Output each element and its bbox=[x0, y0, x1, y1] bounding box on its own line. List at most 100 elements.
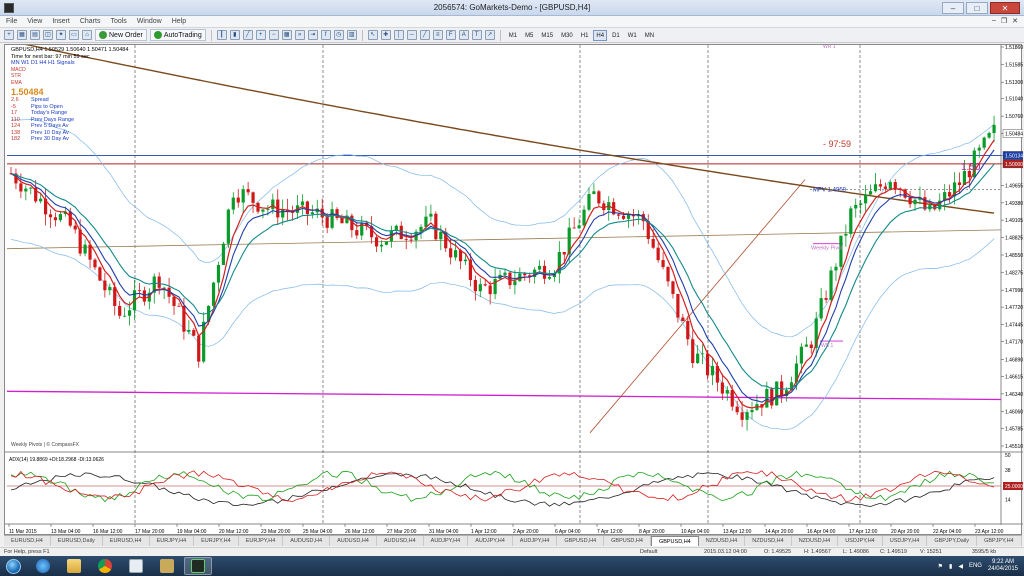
zoom-out-icon[interactable]: − bbox=[268, 30, 279, 40]
crosshair-icon[interactable]: ✚ bbox=[380, 30, 391, 40]
chart-tab[interactable]: AUDUSD,H4 bbox=[330, 536, 377, 546]
adx-tick-label: 38 bbox=[1005, 468, 1011, 474]
equidistant-channel-icon[interactable]: ≡ bbox=[432, 30, 443, 40]
chart-tab[interactable]: USDJPY,H4 bbox=[838, 536, 883, 546]
taskbar-ie[interactable] bbox=[29, 557, 57, 575]
candle-body bbox=[513, 281, 517, 286]
chart-tab[interactable]: GBPJPY,Daily bbox=[927, 536, 978, 546]
status-close: C: 1.49519 bbox=[880, 549, 907, 555]
maximize-button[interactable]: □ bbox=[966, 2, 988, 14]
autotrading-button[interactable]: AutoTrading bbox=[149, 29, 206, 41]
chart-tab[interactable]: AUDJPY,H4 bbox=[513, 536, 558, 546]
vertical-line-icon[interactable]: │ bbox=[393, 30, 404, 40]
chart-tab[interactable]: GBPUSD,H4 bbox=[604, 536, 651, 546]
line-chart-icon[interactable]: ╱ bbox=[242, 30, 253, 40]
periods-icon[interactable]: ◷ bbox=[333, 30, 344, 40]
chart-tab[interactable]: AUDJPY,H4 bbox=[424, 536, 469, 546]
chart-tab[interactable]: GBPUSD,H4 bbox=[650, 536, 699, 546]
timeframe-d1[interactable]: D1 bbox=[609, 30, 623, 41]
toolbar-separator bbox=[210, 29, 212, 41]
arrows-icon[interactable]: ↗ bbox=[484, 30, 495, 40]
profiles-icon[interactable]: ▦ bbox=[17, 30, 27, 40]
taskbar-explorer[interactable] bbox=[60, 557, 88, 575]
chart-tab[interactable]: AUDUSD,H4 bbox=[283, 536, 331, 546]
zoom-in-icon[interactable]: + bbox=[255, 30, 266, 40]
gbpusd-h4-chart[interactable]: 1.51860 1.51585 1.51300 1.51040 1.50760 1.504… bbox=[5, 45, 1023, 536]
taskbar-chrome[interactable] bbox=[91, 557, 119, 575]
fibonacci-icon[interactable]: F bbox=[445, 30, 456, 40]
chart-tab[interactable]: EURJPY,H4 bbox=[150, 536, 195, 546]
navigator-icon[interactable]: ✦ bbox=[56, 30, 66, 40]
chart-tab[interactable]: EURUSD,H4 bbox=[4, 536, 51, 546]
mdi-minimize-button[interactable]: – bbox=[992, 17, 996, 25]
chart-tab[interactable]: EURUSD,H4 bbox=[103, 536, 150, 546]
bar-chart-icon[interactable]: ┃ bbox=[216, 30, 227, 40]
templates-icon[interactable]: ▥ bbox=[346, 30, 357, 40]
candle-body bbox=[473, 279, 477, 292]
timeframe-h1[interactable]: H1 bbox=[578, 30, 592, 41]
close-button[interactable]: ✕ bbox=[990, 2, 1020, 14]
candle-body bbox=[216, 264, 221, 283]
new-order-button[interactable]: New Order bbox=[95, 29, 147, 41]
candle-body bbox=[888, 182, 892, 189]
chart-window[interactable]: 1.51860 1.51585 1.51300 1.51040 1.50760 1.504… bbox=[4, 44, 1023, 536]
timeframe-m1[interactable]: M1 bbox=[506, 30, 520, 41]
indicators-icon[interactable]: f bbox=[320, 30, 331, 40]
clock[interactable]: 9:22 AM 24/04/2015 bbox=[988, 559, 1018, 573]
text-icon[interactable]: A bbox=[458, 30, 469, 40]
terminal-icon[interactable]: ▭ bbox=[69, 30, 79, 40]
chart-tab[interactable]: GBPJPY,H4 bbox=[977, 536, 1022, 546]
autoscroll-icon[interactable]: » bbox=[294, 30, 305, 40]
menu-tools[interactable]: Tools bbox=[110, 18, 126, 25]
menu-view[interactable]: View bbox=[27, 18, 42, 25]
new-chart-icon[interactable]: + bbox=[4, 30, 14, 40]
start-button[interactable] bbox=[0, 556, 26, 576]
candle-body bbox=[127, 310, 132, 316]
timeframe-m15[interactable]: M15 bbox=[538, 30, 556, 41]
candlestick-icon[interactable]: ▮ bbox=[229, 30, 240, 40]
chart-tab[interactable]: EURJPY,H4 bbox=[239, 536, 284, 546]
chart-tab[interactable]: USDJPY,H4 bbox=[883, 536, 928, 546]
menu-help[interactable]: Help bbox=[172, 18, 186, 25]
market-watch-icon[interactable]: ▤ bbox=[30, 30, 40, 40]
timeframe-m5[interactable]: M5 bbox=[522, 30, 536, 41]
timeframe-mn[interactable]: MN bbox=[642, 30, 657, 41]
taskbar-tool[interactable] bbox=[153, 557, 181, 575]
chart-tab[interactable]: NZDUSD,H4 bbox=[745, 536, 792, 546]
candle-body bbox=[537, 265, 542, 270]
menu-insert[interactable]: Insert bbox=[52, 18, 70, 25]
timeframe-w1[interactable]: W1 bbox=[625, 30, 640, 41]
chart-shift-icon[interactable]: ⇥ bbox=[307, 30, 318, 40]
strategy-tester-icon[interactable]: ⌂ bbox=[82, 30, 92, 40]
timeframe-m30[interactable]: M30 bbox=[558, 30, 576, 41]
mdi-restore-button[interactable]: ❐ bbox=[1001, 17, 1007, 25]
chart-tab[interactable]: AUDJPY,H4 bbox=[468, 536, 513, 546]
menu-window[interactable]: Window bbox=[137, 18, 162, 25]
network-icon[interactable]: ▮ bbox=[949, 563, 952, 570]
chart-tab[interactable]: EURUSD,Daily bbox=[51, 536, 103, 546]
data-window-icon[interactable]: ◫ bbox=[43, 30, 53, 40]
chart-tab[interactable]: EURJPY,H4 bbox=[194, 536, 239, 546]
chart-tab[interactable]: AUDUSD,H4 bbox=[377, 536, 424, 546]
chart-tab[interactable]: NZDUSD,H4 bbox=[699, 536, 746, 546]
status-traffic: 3595/5 kb bbox=[972, 549, 997, 555]
flag-icon[interactable]: ⚑ bbox=[938, 563, 943, 570]
candle-body bbox=[824, 298, 828, 300]
text-label-icon[interactable]: T bbox=[471, 30, 482, 40]
cursor-icon[interactable]: ↖ bbox=[367, 30, 378, 40]
horizontal-line-icon[interactable]: ─ bbox=[406, 30, 417, 40]
chart-tab[interactable]: GBPUSD,H4 bbox=[557, 536, 605, 546]
toolbar: + ▦ ▤ ◫ ✦ ▭ ⌂ New Order AutoTrading ┃ ▮ … bbox=[0, 28, 1024, 43]
timeframe-h4[interactable]: H4 bbox=[593, 29, 608, 41]
language-indicator[interactable]: ENG bbox=[969, 563, 982, 569]
trendline-icon[interactable]: ╱ bbox=[419, 30, 430, 40]
mdi-close-button[interactable]: ✕ bbox=[1012, 17, 1018, 25]
menu-charts[interactable]: Charts bbox=[80, 18, 101, 25]
minimize-button[interactable]: – bbox=[942, 2, 964, 14]
menu-file[interactable]: File bbox=[6, 18, 17, 25]
tile-windows-icon[interactable]: ▦ bbox=[281, 30, 292, 40]
taskbar-notes[interactable] bbox=[122, 557, 150, 575]
volume-icon[interactable]: ◀ bbox=[958, 563, 963, 570]
chart-tab[interactable]: NZDUSD,H4 bbox=[792, 536, 839, 546]
taskbar-metatrader[interactable] bbox=[184, 557, 212, 575]
